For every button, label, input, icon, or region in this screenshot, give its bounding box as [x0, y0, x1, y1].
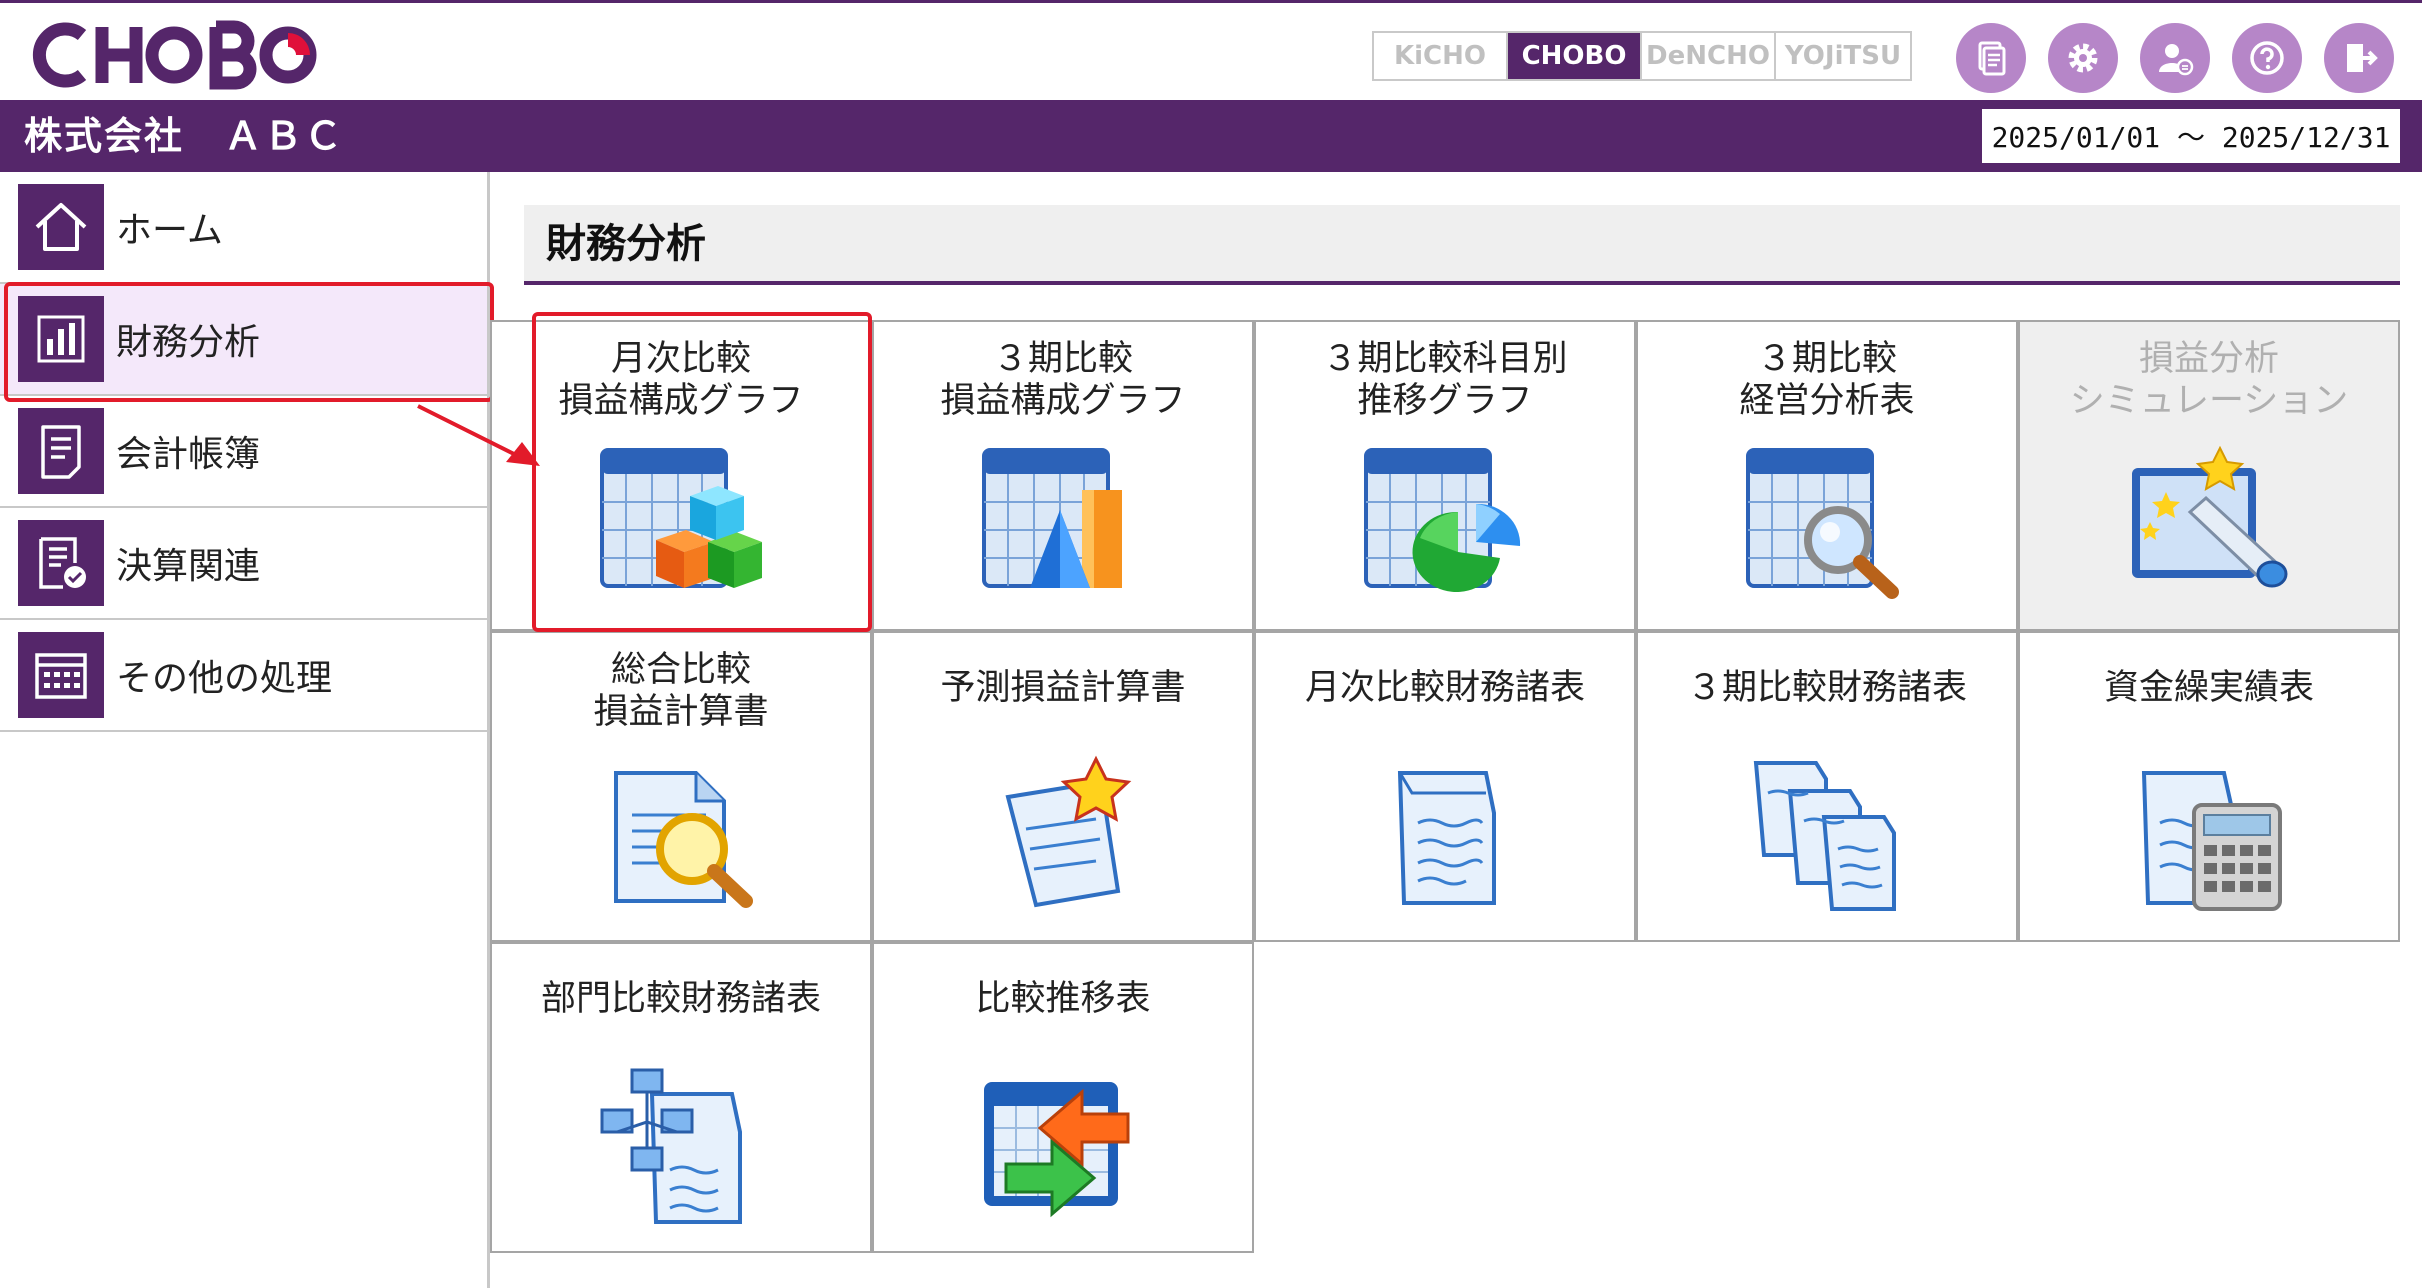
company-name: 株式会社 ＡＢＣ [24, 114, 345, 158]
ledger-icon [18, 408, 104, 494]
tile-label-line1: 総合比較 [610, 650, 751, 690]
sidebar-item-financial-analysis[interactable]: 財務分析 [0, 284, 487, 396]
fiscal-period[interactable]: 2025/01/01 ～ 2025/12/31 [1982, 109, 2400, 163]
gear-icon[interactable] [2048, 23, 2118, 93]
tile-label-line2: 損益計算書 [593, 692, 769, 732]
sidebar: ホーム 財務分析 会計帳簿 決算関連 その他の処理 [0, 172, 490, 1288]
document-search-icon [596, 753, 770, 919]
sidebar-item-other-processing[interactable]: その他の処理 [0, 620, 487, 732]
user-settings-icon[interactable] [2140, 23, 2210, 93]
tile-3period-financial-statements[interactable]: ３期比較財務諸表 [1636, 631, 2018, 942]
tile-cash-flow-results[interactable]: 資金繰実績表 [2018, 631, 2400, 942]
tile-3period-account-trend-graph[interactable]: ３期比較科目別 推移グラフ [1254, 320, 1636, 631]
system-kicho-button[interactable]: KiCHO [1374, 33, 1508, 79]
chobo-logo-mark [32, 20, 317, 90]
system-chobo-button[interactable]: CHOBO [1508, 33, 1642, 79]
telescope-icon [2124, 442, 2298, 608]
tile-comparative-trend-table[interactable]: 比較推移表 [872, 942, 1254, 1253]
tile-label-line1: ３期比較 [1756, 339, 1897, 379]
sidebar-item-settlement[interactable]: 決算関連 [0, 508, 487, 620]
system-switcher: KiCHO CHOBO DeNCHO YOJiTSU [1372, 31, 1912, 81]
bar-pyramid-chart-icon [978, 442, 1152, 608]
tile-3period-management-analysis[interactable]: ３期比較 経営分析表 [1636, 320, 2018, 631]
documents-stack-icon [1742, 753, 1916, 919]
tile-forecast-pl-statement[interactable]: 予測損益計算書 [872, 631, 1254, 942]
help-icon[interactable] [2232, 23, 2302, 93]
tile-label-line1: 月次比較 [610, 339, 751, 379]
home-icon [18, 184, 104, 270]
cubes-chart-icon [596, 442, 770, 608]
document-icon[interactable] [1956, 23, 2026, 93]
arrows-chart-icon [978, 1064, 1152, 1230]
sidebar-item-label: 会計帳簿 [116, 434, 261, 475]
top-header: KiCHO CHOBO DeNCHO YOJiTSU [0, 0, 2422, 100]
pie-chart-icon [1360, 442, 1534, 608]
tile-label-line1: 損益分析 [2138, 339, 2279, 379]
system-dencho-button[interactable]: DeNCHO [1642, 33, 1776, 79]
tile-label-line2: 損益構成グラフ [558, 381, 804, 421]
tile-label-line1: ３期比較科目別 [1322, 339, 1568, 379]
sidebar-item-label: 財務分析 [116, 322, 261, 363]
tile-label-line1: 部門比較財務諸表 [540, 979, 821, 1019]
sidebar-item-label: その他の処理 [116, 658, 333, 699]
tile-label-line2: 損益構成グラフ [940, 381, 1186, 421]
tile-comprehensive-pl-statement[interactable]: 総合比較 損益計算書 [490, 631, 872, 942]
settlement-icon [18, 520, 104, 606]
sidebar-item-label: 決算関連 [116, 546, 261, 587]
sidebar-item-home[interactable]: ホーム [0, 172, 487, 284]
section-header: 財務分析 [524, 205, 2400, 285]
tile-label-line1: ３期比較財務諸表 [1686, 668, 1967, 708]
tile-label-line2: シミュレーション [2069, 381, 2349, 421]
tile-label-line1: 資金繰実績表 [2103, 668, 2314, 708]
tile-label-line1: 比較推移表 [975, 979, 1151, 1019]
magnifier-chart-icon [1742, 442, 1916, 608]
page-title: 財務分析 [546, 221, 706, 267]
document-star-icon [978, 753, 1152, 919]
chobo-logo [32, 17, 322, 93]
tile-label-line1: 予測損益計算書 [940, 668, 1186, 708]
document-icon [1360, 753, 1534, 919]
header-actions [1956, 23, 2394, 93]
system-yojitsu-button[interactable]: YOJiTSU [1776, 33, 1910, 79]
logout-icon[interactable] [2324, 23, 2394, 93]
sidebar-item-ledgers[interactable]: 会計帳簿 [0, 396, 487, 508]
tile-label-line1: ３期比較 [992, 339, 1133, 379]
tile-monthly-financial-statements[interactable]: 月次比較財務諸表 [1254, 631, 1636, 942]
tile-label-line2: 経営分析表 [1739, 381, 1915, 421]
tile-pl-simulation: 損益分析 シミュレーション [2018, 320, 2400, 631]
tile-department-financial-statements[interactable]: 部門比較財務諸表 [490, 942, 872, 1253]
bar-chart-icon [18, 296, 104, 382]
tile-label-line1: 月次比較財務諸表 [1304, 668, 1585, 708]
tile-monthly-pl-composition-graph[interactable]: 月次比較 損益構成グラフ [490, 320, 872, 631]
company-bar: 株式会社 ＡＢＣ 2025/01/01 ～ 2025/12/31 [0, 100, 2422, 172]
tile-3period-pl-composition-graph[interactable]: ３期比較 損益構成グラフ [872, 320, 1254, 631]
calendar-icon [18, 632, 104, 718]
tile-label-line2: 推移グラフ [1357, 381, 1533, 421]
document-network-icon [596, 1064, 770, 1230]
document-calculator-icon [2124, 753, 2298, 919]
sidebar-item-label: ホーム [116, 210, 223, 251]
